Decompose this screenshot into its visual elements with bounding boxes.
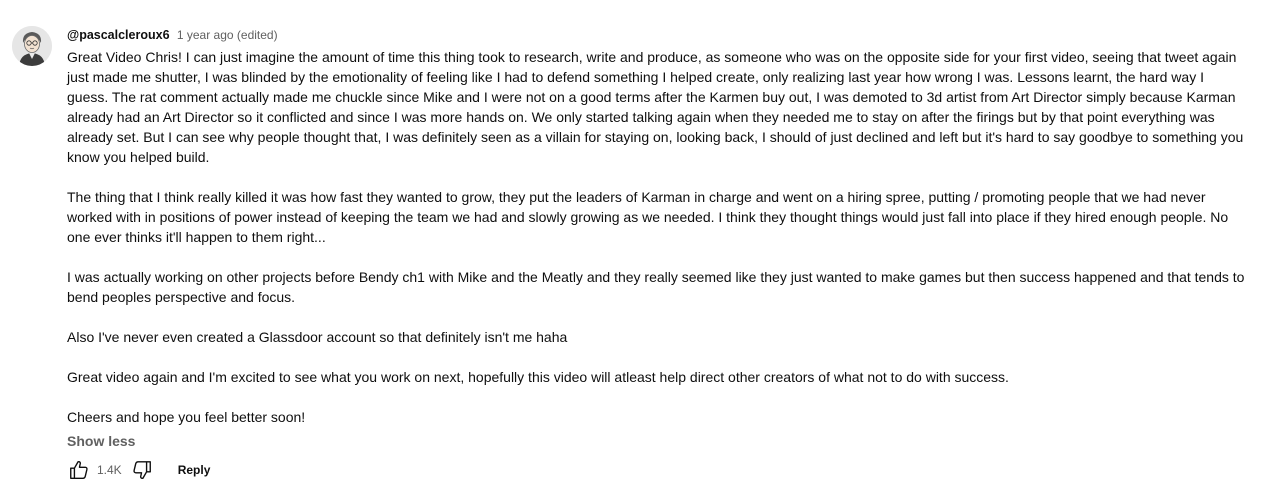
comment-paragraph: Also I've never even created a Glassdoor… xyxy=(67,329,568,345)
comment-paragraph: Cheers and hope you feel better soon! xyxy=(67,409,306,425)
comment-paragraph: The thing that I think really killed it … xyxy=(67,189,1229,245)
like-button[interactable] xyxy=(67,458,91,482)
thumbs-down-icon xyxy=(133,461,151,480)
comment-timestamp[interactable]: 1 year ago (edited) xyxy=(177,28,278,42)
comment-paragraph: I was actually working on other projects… xyxy=(67,269,1245,305)
comment-paragraph: Great video again and I'm excited to see… xyxy=(67,369,1009,385)
show-less-button[interactable]: Show less xyxy=(67,431,135,451)
dislike-button[interactable] xyxy=(130,458,154,482)
author-name[interactable]: @pascalcleroux6 xyxy=(67,28,170,42)
comment-content: @pascalcleroux6 1 year ago (edited) Grea… xyxy=(67,26,1247,480)
comment-paragraph: Great Video Chris! I can just imagine th… xyxy=(67,49,1244,165)
thumbs-up-icon xyxy=(70,460,88,479)
like-count: 1.4K xyxy=(97,463,122,477)
user-avatar-icon xyxy=(12,26,52,66)
avatar[interactable] xyxy=(12,26,52,66)
reply-button[interactable]: Reply xyxy=(178,463,211,477)
comment-actions: 1.4K Reply xyxy=(67,458,210,482)
comment-header: @pascalcleroux6 1 year ago (edited) xyxy=(67,27,1247,43)
comment-text: Great Video Chris! I can just imagine th… xyxy=(67,47,1247,427)
